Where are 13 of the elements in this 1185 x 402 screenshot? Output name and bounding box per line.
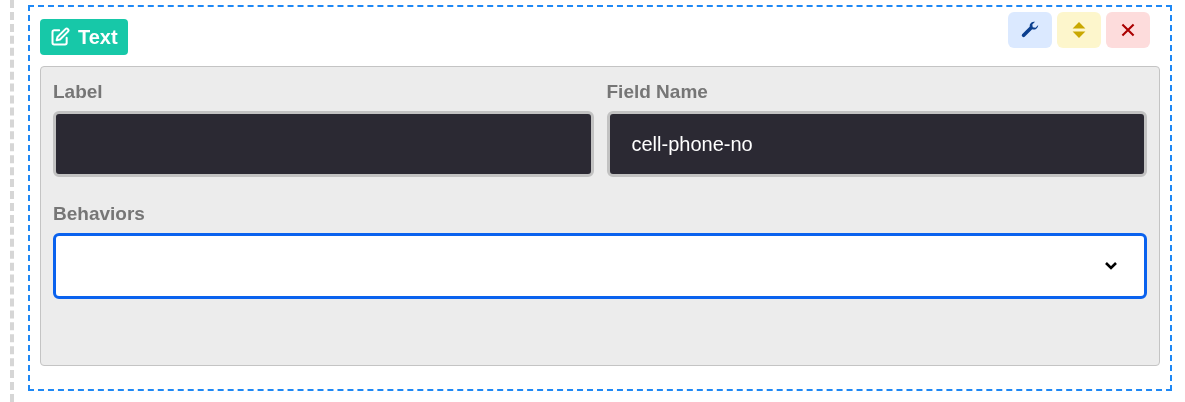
- close-icon: [1120, 22, 1136, 38]
- sort-icon: [1071, 20, 1087, 40]
- field-label: Field Name: [606, 81, 709, 103]
- settings-button[interactable]: [1008, 12, 1052, 48]
- field-label: Behaviors: [53, 203, 146, 225]
- edit-icon: [50, 27, 70, 47]
- behaviors-select[interactable]: [53, 233, 1147, 299]
- badge-label: Text: [78, 25, 118, 49]
- close-button[interactable]: [1106, 12, 1150, 48]
- input-field[interactable]: cell-phone-no: [606, 111, 1147, 177]
- input-field[interactable]: [53, 111, 594, 177]
- chevron-down-icon: [1104, 261, 1118, 271]
- field-label: Label: [53, 81, 104, 103]
